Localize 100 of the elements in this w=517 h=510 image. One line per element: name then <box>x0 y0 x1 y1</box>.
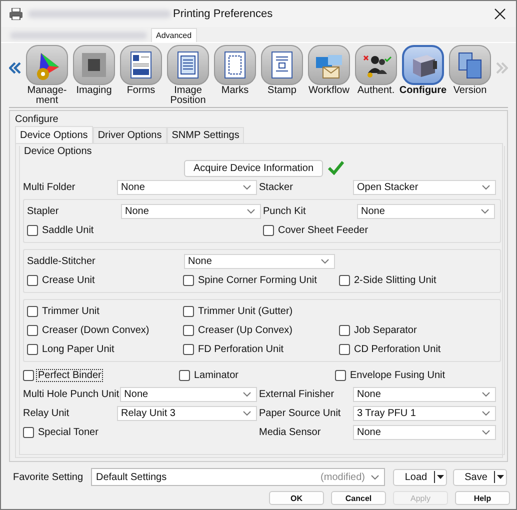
checkbox-label[interactable]: Trimmer Unit <box>41 306 100 317</box>
field-label: Paper Source Unit <box>259 408 342 419</box>
toolbar-button[interactable] <box>261 44 303 84</box>
chevron-down-icon[interactable] <box>243 185 251 190</box>
tab[interactable]: Advanced <box>151 28 197 42</box>
checkbox[interactable] <box>339 344 350 355</box>
checkbox[interactable] <box>27 344 38 355</box>
toolbar-button[interactable] <box>402 44 444 84</box>
group-title: Device Options <box>24 146 93 158</box>
field-label: External Finisher <box>259 389 336 400</box>
chevron-down-icon[interactable] <box>371 474 379 480</box>
field-label: Saddle-Stitcher <box>27 256 96 267</box>
dropdown[interactable]: Open Stacker <box>353 180 496 195</box>
checkbox[interactable] <box>23 370 34 381</box>
group-title: Configure <box>15 114 60 125</box>
checkbox-label[interactable]: Creaser (Up Convex) <box>197 325 294 336</box>
split-button[interactable]: Load <box>393 468 447 486</box>
acquire-button[interactable]: Acquire Device Information <box>184 160 323 176</box>
checkbox-label[interactable]: Trimmer Unit (Gutter) <box>197 306 294 317</box>
chevron-down-icon[interactable] <box>243 411 251 416</box>
chevron-down-icon[interactable] <box>321 259 329 264</box>
toolbar-button[interactable] <box>355 44 397 84</box>
checkbox[interactable] <box>27 225 38 236</box>
checkbox-label[interactable]: CD Perforation Unit <box>353 344 442 355</box>
checkbox-label[interactable]: Perfect Binder <box>37 370 102 381</box>
dialog-button[interactable]: Cancel <box>331 491 386 505</box>
tab[interactable]: Device Options <box>15 126 93 143</box>
tab[interactable]: Driver Options <box>92 127 167 143</box>
dropdown[interactable]: None <box>353 425 496 440</box>
dropdown[interactable]: 3 Tray PFU 1 <box>353 406 496 421</box>
field-label: Punch Kit <box>263 206 307 217</box>
chevron-down-icon[interactable] <box>243 392 251 397</box>
toolbar-button[interactable] <box>26 44 68 84</box>
checkbox-label[interactable]: Saddle Unit <box>41 225 95 236</box>
toolbar-button[interactable] <box>449 44 491 84</box>
dropdown[interactable]: None <box>353 387 496 402</box>
checkbox[interactable] <box>335 370 346 381</box>
checkbox[interactable] <box>339 325 350 336</box>
checkbox-label[interactable]: Laminator <box>193 370 240 381</box>
window-title: Printing Preferences <box>173 8 273 20</box>
field-label: Favorite Setting <box>13 472 84 482</box>
dropdown[interactable]: Default Settings (modified) <box>91 468 385 486</box>
dialog-button[interactable]: OK <box>269 491 324 505</box>
checkbox-label[interactable]: Spine Corner Forming Unit <box>197 275 318 286</box>
toolbar-label[interactable]: Version <box>453 86 487 96</box>
checkbox-label[interactable]: FD Perforation Unit <box>197 344 285 355</box>
dropdown[interactable]: None <box>117 180 257 195</box>
chevron-down-icon[interactable] <box>482 430 490 435</box>
caret-icon[interactable] <box>497 475 504 479</box>
toolbar-label[interactable]: Workflow <box>308 86 350 96</box>
checkbox[interactable] <box>263 225 274 236</box>
toolbar-button[interactable] <box>73 44 115 84</box>
checkbox[interactable] <box>27 325 38 336</box>
dropdown[interactable]: None <box>121 204 261 219</box>
toolbar-label[interactable]: Manage- ment <box>27 86 67 106</box>
toolbar-label[interactable]: Image Position <box>170 86 206 106</box>
checkbox[interactable] <box>23 427 34 438</box>
checkbox-label[interactable]: Creaser (Down Convex) <box>41 325 150 336</box>
chevron-down-icon[interactable] <box>482 185 490 190</box>
caret-icon[interactable] <box>437 475 444 479</box>
checkbox[interactable] <box>179 370 190 381</box>
printer-icon <box>9 8 23 20</box>
close-icon[interactable] <box>494 8 506 20</box>
split-button[interactable]: Save <box>453 468 507 486</box>
checkbox[interactable] <box>183 306 194 317</box>
toolbar-label[interactable]: Marks <box>221 86 249 96</box>
chevron-down-icon[interactable] <box>482 392 490 397</box>
toolbar-button[interactable] <box>167 44 209 84</box>
checkbox[interactable] <box>183 325 194 336</box>
toolbar-label[interactable]: Authent. <box>357 86 395 96</box>
dropdown[interactable]: None <box>120 387 257 402</box>
checkbox[interactable] <box>183 275 194 286</box>
toolbar-label[interactable]: Stamp <box>268 86 296 96</box>
checkbox[interactable] <box>339 275 350 286</box>
checkbox[interactable] <box>27 275 38 286</box>
toolbar-label[interactable]: Configure <box>399 86 447 96</box>
checkbox-label[interactable]: Special Toner <box>37 427 100 438</box>
dialog-button[interactable]: Help <box>455 491 510 505</box>
checkbox-label[interactable]: Envelope Fusing Unit <box>349 370 446 381</box>
checkbox-label[interactable]: 2-Side Slitting Unit <box>353 275 438 286</box>
field-label: Stacker <box>259 182 294 193</box>
toolbar-button[interactable] <box>214 44 256 84</box>
chevron-down-icon[interactable] <box>482 411 490 416</box>
chevron-down-icon[interactable] <box>247 209 255 214</box>
checkbox-label[interactable]: Job Separator <box>353 325 418 336</box>
checkbox[interactable] <box>27 306 38 317</box>
dropdown[interactable]: None <box>357 204 495 219</box>
field-label: Multi Hole Punch Unit <box>23 389 120 400</box>
checkbox-label[interactable]: Cover Sheet Feeder <box>277 225 370 236</box>
checkbox-label[interactable]: Long Paper Unit <box>41 344 116 355</box>
toolbar-label[interactable]: Imaging <box>76 86 112 96</box>
toolbar-label[interactable]: Forms <box>126 86 156 96</box>
checkbox-label[interactable]: Crease Unit <box>41 275 96 286</box>
dropdown[interactable]: None <box>184 254 335 269</box>
toolbar-button[interactable] <box>120 44 162 84</box>
tab[interactable]: SNMP Settings <box>166 127 244 143</box>
checkbox[interactable] <box>183 344 194 355</box>
chevron-down-icon[interactable] <box>481 209 489 214</box>
dropdown[interactable]: Relay Unit 3 <box>117 406 257 421</box>
scroll-left-icon[interactable] <box>9 62 21 74</box>
